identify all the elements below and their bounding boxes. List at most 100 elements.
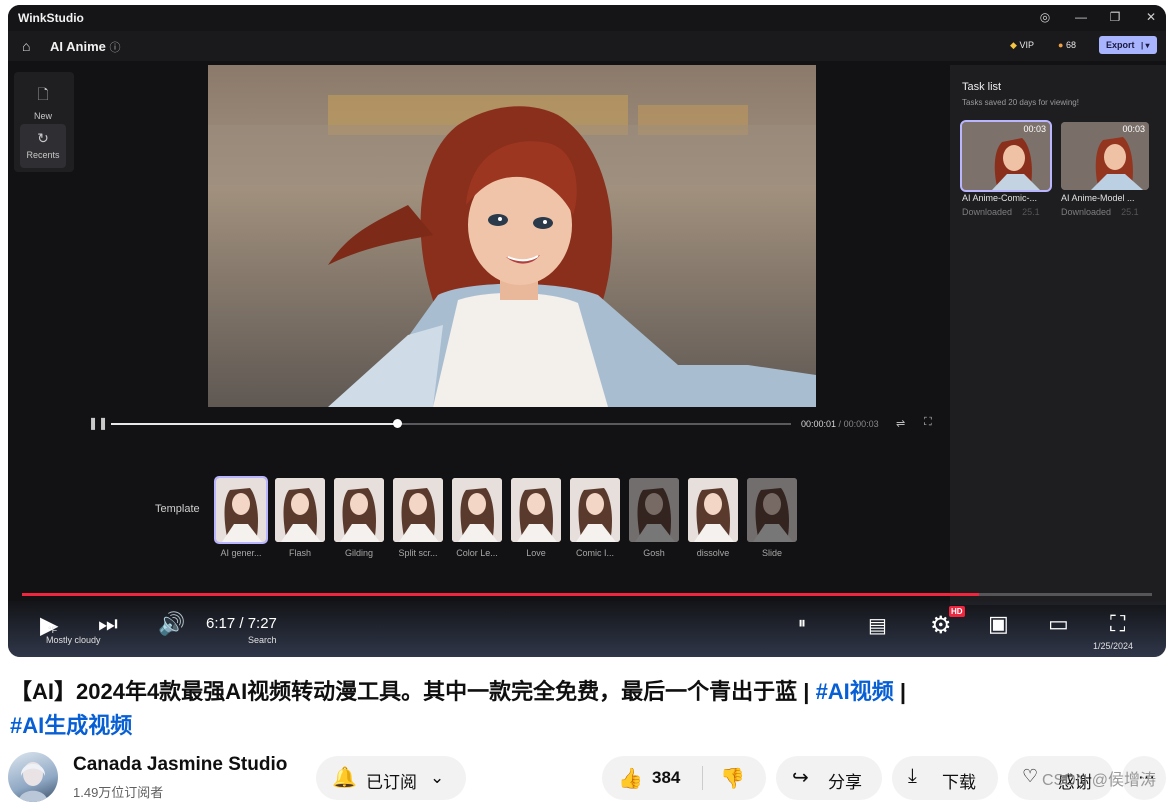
task-list-panel: Task list Tasks saved 20 days for viewin… <box>950 65 1166 605</box>
rail-item-label: Recents <box>26 150 60 160</box>
watermark: CSDN @侯增涛 <box>1042 772 1157 789</box>
template-thumbnail <box>629 478 679 542</box>
task-status: Downloaded 25.1 <box>962 207 1040 217</box>
chevron-down-icon: ⌄ <box>430 768 445 787</box>
template-item[interactable]: Gilding <box>334 478 384 558</box>
hashtag-link[interactable]: #AI生成视频 <box>10 713 132 738</box>
template-item[interactable]: dissolve <box>688 478 738 558</box>
pause-icon[interactable]: ❚❚ <box>88 416 108 430</box>
youtube-progress-fill <box>22 593 980 596</box>
task-name: AI Anime-Model ... <box>1061 193 1135 203</box>
template-name: Flash <box>288 548 311 558</box>
template-name: Color Le... <box>456 548 498 558</box>
task-card[interactable]: 00:03 AI Anime-Model ... Downloaded 25.1 <box>1061 122 1149 217</box>
miniplayer-icon[interactable]: ▣ <box>988 611 1009 637</box>
template-item[interactable]: Split scr... <box>393 478 443 558</box>
time-readout: 00:00:01 / 00:00:03 <box>801 419 879 429</box>
taskbar-search: Search <box>248 635 277 645</box>
template-item[interactable]: Slide <box>747 478 797 558</box>
page-title: AI Anime ⓘ <box>50 39 121 54</box>
title-separator: | <box>893 679 907 704</box>
template-thumbnail <box>214 476 268 544</box>
video-title-text: 【AI】2024年4款最强AI视频转动漫工具。其中一款完全免费，最后一个青出于蓝… <box>10 679 816 704</box>
autoplay-toggle[interactable]: ⏸ <box>798 615 806 633</box>
next-icon[interactable]: ⏭ <box>98 611 118 637</box>
template-thumbnail <box>511 478 561 542</box>
info-icon[interactable]: ⓘ <box>109 42 120 54</box>
template-name: Slide <box>761 548 782 558</box>
recents-icon: ↻ <box>37 130 49 146</box>
vip-badge[interactable]: ◆ VIP <box>1010 40 1034 51</box>
coins-count: ● 68 <box>1058 40 1076 50</box>
template-item[interactable]: Comic I... <box>570 478 620 558</box>
template-item[interactable]: Love <box>511 478 561 558</box>
template-name: Comic I... <box>575 548 614 558</box>
download-icon: ⤓ <box>908 765 917 787</box>
subscribed-button[interactable]: 🔔 已订阅 ⌄ <box>316 756 466 800</box>
like-count[interactable]: 384 <box>652 768 680 788</box>
adjust-icon[interactable]: ⇌ <box>896 417 905 430</box>
thumbs-down-icon[interactable]: 👎 <box>720 766 745 791</box>
home-icon[interactable]: ⌂ <box>22 38 30 54</box>
anime-girl-illustration <box>208 65 816 407</box>
task-thumbnail: 00:03 <box>960 120 1052 192</box>
template-item[interactable]: Color Le... <box>452 478 502 558</box>
app-brand: WinkStudio <box>18 11 84 25</box>
task-list-title: Task list <box>962 81 1002 93</box>
minimize-icon[interactable]: — <box>1074 10 1088 24</box>
hashtag-link[interactable]: #AI视频 <box>816 679 894 704</box>
video-preview[interactable] <box>208 65 816 407</box>
settings-icon[interactable]: ◎ <box>1038 10 1052 24</box>
share-label: 分享 <box>828 773 862 792</box>
rail-item-recents[interactable]: ↻ Recents <box>20 124 66 168</box>
template-thumbnail <box>452 478 502 542</box>
chevron-down-icon: | ▾ <box>1141 41 1150 50</box>
task-thumbnail: 00:03 <box>1061 122 1149 190</box>
template-name: AI gener... <box>220 548 262 558</box>
youtube-controls: ▶ ⏭ 🔊 6:17 / 7:27 ⏸ ▤ ⚙ HD ▣ ▭ ⛶ Mostly … <box>8 601 1166 657</box>
subtitles-icon[interactable]: ▤ <box>868 613 887 638</box>
template-thumbnail <box>275 478 325 542</box>
task-status: Downloaded 25.1 <box>1061 207 1139 217</box>
template-name: Love <box>526 548 546 558</box>
heart-dollar-icon: ♡ <box>1022 766 1039 786</box>
video-player[interactable]: WinkStudio ◎ — ❐ ✕ ⌂ AI Anime ⓘ ◆ VIP ● … <box>8 5 1166 657</box>
export-button[interactable]: Export | ▾ <box>1099 36 1157 54</box>
restore-icon[interactable]: ❐ <box>1108 10 1122 24</box>
subscribed-label: 已订阅 <box>366 773 417 792</box>
share-button[interactable]: ↪ 分享 <box>776 756 882 800</box>
close-icon[interactable]: ✕ <box>1144 10 1158 24</box>
template-label: Template <box>155 503 200 515</box>
hd-badge: HD <box>949 606 965 617</box>
task-name: AI Anime-Comic-... <box>962 193 1038 203</box>
app-titlebar: WinkStudio ◎ — ❐ ✕ <box>8 5 1166 31</box>
fullscreen-icon[interactable]: ⛶ <box>924 416 932 429</box>
template-item[interactable]: Gosh <box>629 478 679 558</box>
bell-icon: 🔔 <box>332 767 357 789</box>
channel-avatar[interactable] <box>8 752 58 802</box>
taskbar-date: 1/25/2024 <box>1093 641 1134 651</box>
template-thumbnail <box>747 478 797 542</box>
taskbar-temp: °F <box>48 625 58 635</box>
rail-item-label: New <box>33 111 52 121</box>
volume-icon[interactable]: 🔊 <box>158 611 185 637</box>
scrubber-handle[interactable] <box>392 419 402 428</box>
template-thumbnail <box>393 478 443 542</box>
theater-mode-icon[interactable]: ▭ <box>1048 611 1069 637</box>
channel-name[interactable]: Canada Jasmine Studio <box>73 754 287 776</box>
download-label: 下载 <box>942 773 976 792</box>
task-card[interactable]: 00:03 AI Anime-Comic-... Downloaded 25.1 <box>960 120 1052 217</box>
template-item[interactable]: Flash <box>275 478 325 558</box>
app-header: ⌂ AI Anime ⓘ ◆ VIP ● 68 Export | ▾ <box>8 31 1166 61</box>
youtube-time: 6:17 / 7:27 <box>206 615 277 632</box>
download-button[interactable]: ⤓ 下载 <box>892 756 998 800</box>
template-item[interactable]: AI gener... <box>214 476 268 558</box>
fullscreen-icon[interactable]: ⛶ <box>1110 611 1125 637</box>
subscriber-count: 1.49万位订阅者 <box>73 785 164 800</box>
scrubber-fill <box>111 423 397 425</box>
template-name: Gilding <box>344 548 373 558</box>
template-name: dissolve <box>696 548 730 558</box>
video-title: 【AI】2024年4款最强AI视频转动漫工具。其中一款完全免费，最后一个青出于蓝… <box>10 675 1160 743</box>
rail-item-new[interactable]: 🗋 New <box>20 78 66 122</box>
thumbs-up-icon[interactable]: 👍 <box>618 766 643 791</box>
